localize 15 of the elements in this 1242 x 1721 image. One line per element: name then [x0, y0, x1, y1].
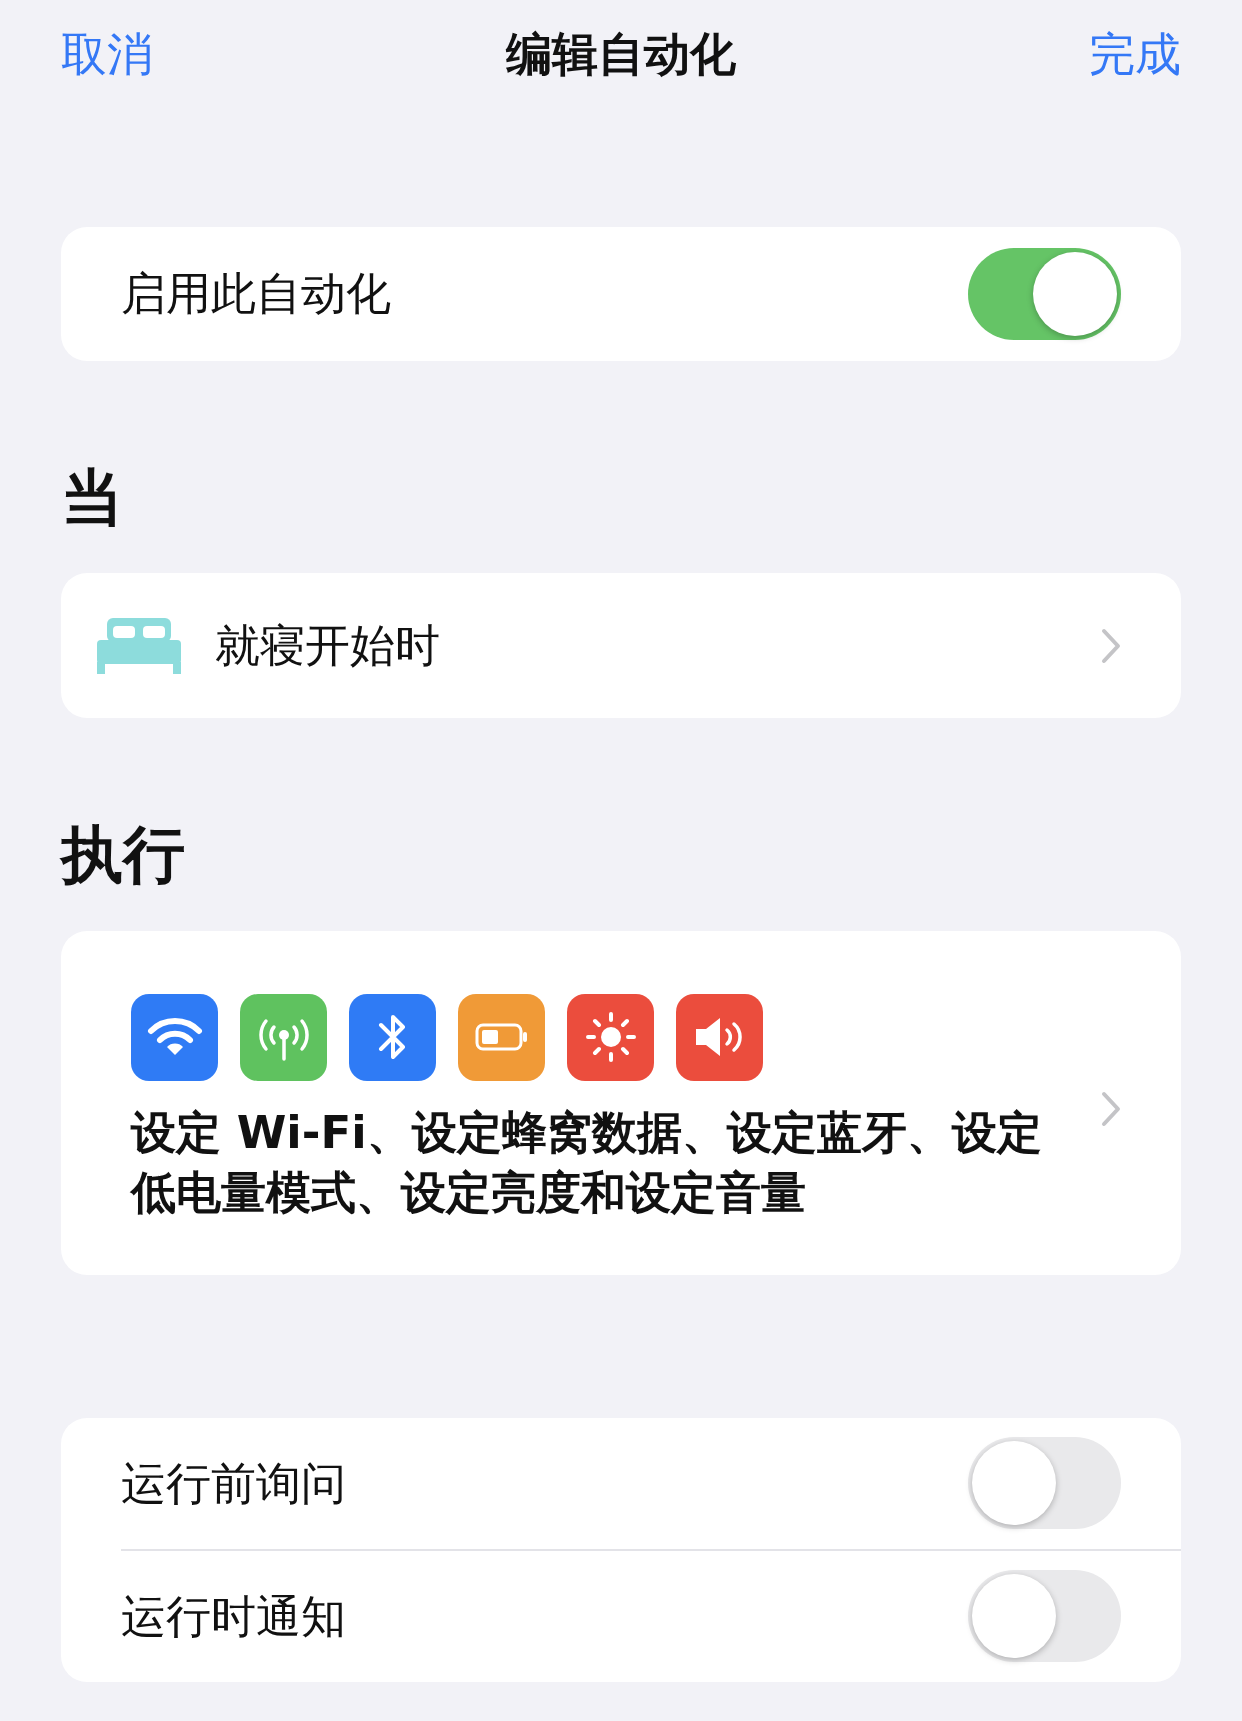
- section-heading: 执行: [61, 818, 186, 893]
- section-heading: 当: [61, 461, 124, 536]
- trigger-row[interactable]: 就寝开始时: [61, 573, 1181, 719]
- row-label: 启用此自动化: [121, 266, 391, 323]
- actions-card[interactable]: 设定 Wi-Fi、设定蜂窝数据、设定蓝牙、设定低电量模式、设定亮度和设定音量: [61, 930, 1181, 1275]
- row-label: 运行时通知: [121, 1588, 346, 1645]
- screen-title: 编辑自动化: [506, 26, 736, 83]
- trigger-label: 就寝开始时: [215, 618, 441, 675]
- done-button[interactable]: 完成: [1089, 20, 1181, 89]
- chevron-icon: [1101, 1090, 1121, 1127]
- cancel-button[interactable]: 取消: [61, 20, 153, 89]
- bed-icon: [97, 617, 181, 674]
- chevron-icon: [1101, 627, 1121, 664]
- actions-summary: 设定 Wi-Fi、设定蜂窝数据、设定蓝牙、设定低电量模式、设定亮度和设定音量: [131, 1104, 1043, 1222]
- row-label: 运行前询问: [121, 1455, 346, 1512]
